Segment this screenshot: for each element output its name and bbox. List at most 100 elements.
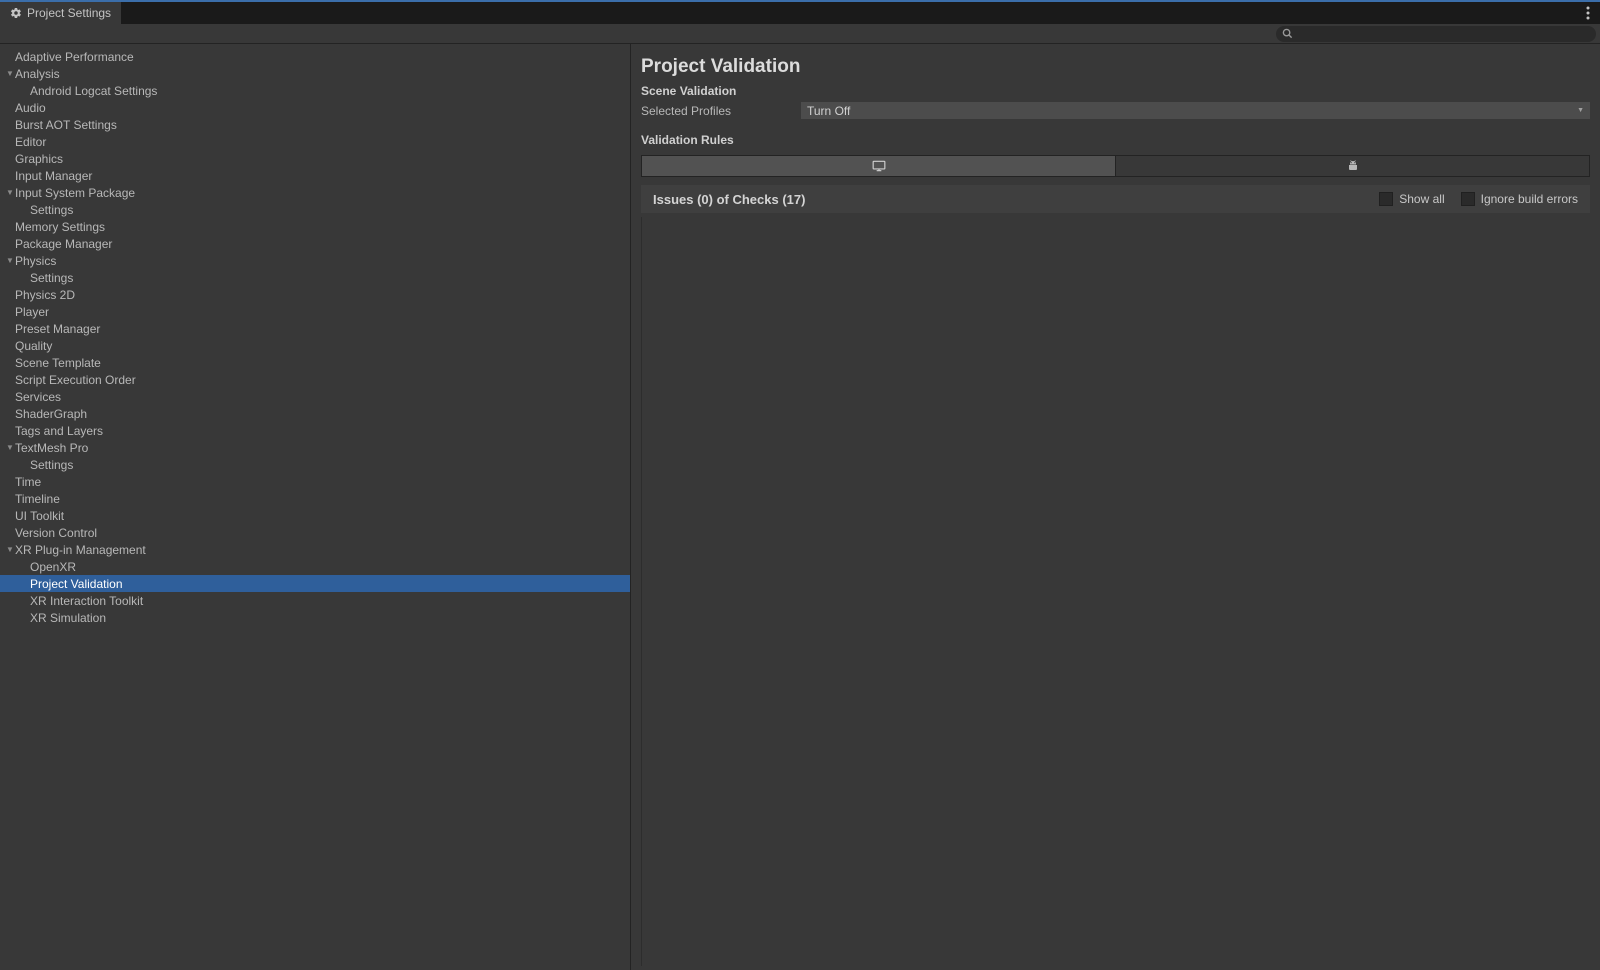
sidebar-item-shadergraph[interactable]: ShaderGraph: [0, 405, 630, 422]
sidebar-item-settings[interactable]: Settings: [0, 456, 630, 473]
sidebar-item-settings[interactable]: Settings: [0, 269, 630, 286]
sidebar-item-settings[interactable]: Settings: [0, 201, 630, 218]
sidebar-item-label: Scene Template: [15, 356, 101, 370]
sidebar-item-services[interactable]: Services: [0, 388, 630, 405]
sidebar-item-preset-manager[interactable]: Preset Manager: [0, 320, 630, 337]
sidebar-item-openxr[interactable]: OpenXR: [0, 558, 630, 575]
sidebar-item-ui-toolkit[interactable]: UI Toolkit: [0, 507, 630, 524]
sidebar-item-label: Player: [15, 305, 49, 319]
sidebar-item-label: Tags and Layers: [15, 424, 103, 438]
sidebar-item-script-execution-order[interactable]: Script Execution Order: [0, 371, 630, 388]
ignore-errors-label: Ignore build errors: [1481, 192, 1578, 206]
search-icon: [1282, 28, 1293, 39]
validation-rules-label: Validation Rules: [637, 131, 1594, 149]
sidebar-item-physics-2d[interactable]: Physics 2D: [0, 286, 630, 303]
settings-sidebar: Adaptive Performance▼AnalysisAndroid Log…: [0, 44, 631, 970]
sidebar-item-label: Version Control: [15, 526, 97, 540]
gear-icon: [10, 7, 22, 19]
sidebar-item-textmesh-pro[interactable]: ▼TextMesh Pro: [0, 439, 630, 456]
sidebar-item-label: Preset Manager: [15, 322, 100, 336]
sidebar-item-label: Physics: [15, 254, 56, 268]
sidebar-item-label: Input System Package: [15, 186, 135, 200]
sidebar-item-timeline[interactable]: Timeline: [0, 490, 630, 507]
monitor-icon: [872, 160, 886, 172]
sidebar-item-quality[interactable]: Quality: [0, 337, 630, 354]
issues-header: Issues (0) of Checks (17) Show all Ignor…: [641, 185, 1590, 213]
window-tab[interactable]: Project Settings: [0, 2, 121, 24]
expand-arrow-icon: ▼: [5, 443, 15, 452]
sidebar-item-label: TextMesh Pro: [15, 441, 88, 455]
sidebar-item-version-control[interactable]: Version Control: [0, 524, 630, 541]
sidebar-item-graphics[interactable]: Graphics: [0, 150, 630, 167]
sidebar-item-label: Project Validation: [30, 577, 123, 591]
sidebar-item-memory-settings[interactable]: Memory Settings: [0, 218, 630, 235]
sidebar-item-label: Graphics: [15, 152, 63, 166]
checkbox-icon: [1461, 192, 1475, 206]
sidebar-item-input-manager[interactable]: Input Manager: [0, 167, 630, 184]
selected-profiles-value: Turn Off: [807, 104, 850, 118]
show-all-label: Show all: [1399, 192, 1444, 206]
sidebar-item-label: Physics 2D: [15, 288, 75, 302]
page-title: Project Validation: [637, 48, 1594, 82]
platform-tab-android[interactable]: [1116, 156, 1589, 176]
platform-tabs: [641, 155, 1590, 177]
tab-title: Project Settings: [27, 6, 111, 20]
sidebar-item-xr-plug-in-management[interactable]: ▼XR Plug-in Management: [0, 541, 630, 558]
sidebar-item-label: Input Manager: [15, 169, 92, 183]
sidebar-item-project-validation[interactable]: Project Validation: [0, 575, 630, 592]
selected-profiles-dropdown[interactable]: Turn Off: [801, 102, 1590, 119]
sidebar-item-label: Settings: [30, 458, 73, 472]
sidebar-item-android-logcat-settings[interactable]: Android Logcat Settings: [0, 82, 630, 99]
sidebar-item-label: Adaptive Performance: [15, 50, 134, 64]
sidebar-item-label: Timeline: [15, 492, 60, 506]
sidebar-item-package-manager[interactable]: Package Manager: [0, 235, 630, 252]
sidebar-item-input-system-package[interactable]: ▼Input System Package: [0, 184, 630, 201]
sidebar-item-adaptive-performance[interactable]: Adaptive Performance: [0, 48, 630, 65]
sidebar-item-label: Settings: [30, 203, 73, 217]
platform-tab-desktop[interactable]: [642, 156, 1115, 176]
selected-profiles-label: Selected Profiles: [641, 104, 801, 118]
sidebar-item-time[interactable]: Time: [0, 473, 630, 490]
expand-arrow-icon: ▼: [5, 256, 15, 265]
sidebar-item-label: Editor: [15, 135, 46, 149]
sidebar-item-label: ShaderGraph: [15, 407, 87, 421]
toolbar: [0, 24, 1600, 44]
expand-arrow-icon: ▼: [5, 188, 15, 197]
sidebar-item-label: XR Interaction Toolkit: [30, 594, 143, 608]
kebab-menu-icon[interactable]: [1582, 2, 1594, 24]
search-wrap: [1276, 26, 1596, 42]
sidebar-item-label: OpenXR: [30, 560, 76, 574]
sidebar-item-xr-interaction-toolkit[interactable]: XR Interaction Toolkit: [0, 592, 630, 609]
sidebar-item-label: Quality: [15, 339, 52, 353]
sidebar-item-burst-aot-settings[interactable]: Burst AOT Settings: [0, 116, 630, 133]
issues-title: Issues (0) of Checks (17): [653, 192, 805, 207]
sidebar-item-label: Time: [15, 475, 41, 489]
sidebar-item-label: Analysis: [15, 67, 60, 81]
sidebar-item-label: Memory Settings: [15, 220, 105, 234]
android-icon: [1346, 160, 1360, 172]
sidebar-item-label: Settings: [30, 271, 73, 285]
ignore-build-errors-checkbox[interactable]: Ignore build errors: [1461, 192, 1578, 206]
sidebar-item-scene-template[interactable]: Scene Template: [0, 354, 630, 371]
window-titlebar: Project Settings: [0, 0, 1600, 24]
checkbox-icon: [1379, 192, 1393, 206]
search-input[interactable]: [1276, 26, 1596, 42]
main-panel: Project Validation Scene Validation Sele…: [631, 44, 1600, 970]
sidebar-item-label: XR Simulation: [30, 611, 106, 625]
scene-validation-label: Scene Validation: [637, 82, 1594, 100]
show-all-checkbox[interactable]: Show all: [1379, 192, 1444, 206]
issues-list: [641, 217, 1590, 966]
sidebar-item-editor[interactable]: Editor: [0, 133, 630, 150]
sidebar-item-label: XR Plug-in Management: [15, 543, 146, 557]
sidebar-item-label: Android Logcat Settings: [30, 84, 157, 98]
expand-arrow-icon: ▼: [5, 69, 15, 78]
sidebar-item-player[interactable]: Player: [0, 303, 630, 320]
sidebar-item-audio[interactable]: Audio: [0, 99, 630, 116]
sidebar-item-label: Package Manager: [15, 237, 112, 251]
sidebar-item-analysis[interactable]: ▼Analysis: [0, 65, 630, 82]
sidebar-item-label: UI Toolkit: [15, 509, 64, 523]
sidebar-item-label: Burst AOT Settings: [15, 118, 117, 132]
sidebar-item-physics[interactable]: ▼Physics: [0, 252, 630, 269]
sidebar-item-xr-simulation[interactable]: XR Simulation: [0, 609, 630, 626]
sidebar-item-tags-and-layers[interactable]: Tags and Layers: [0, 422, 630, 439]
